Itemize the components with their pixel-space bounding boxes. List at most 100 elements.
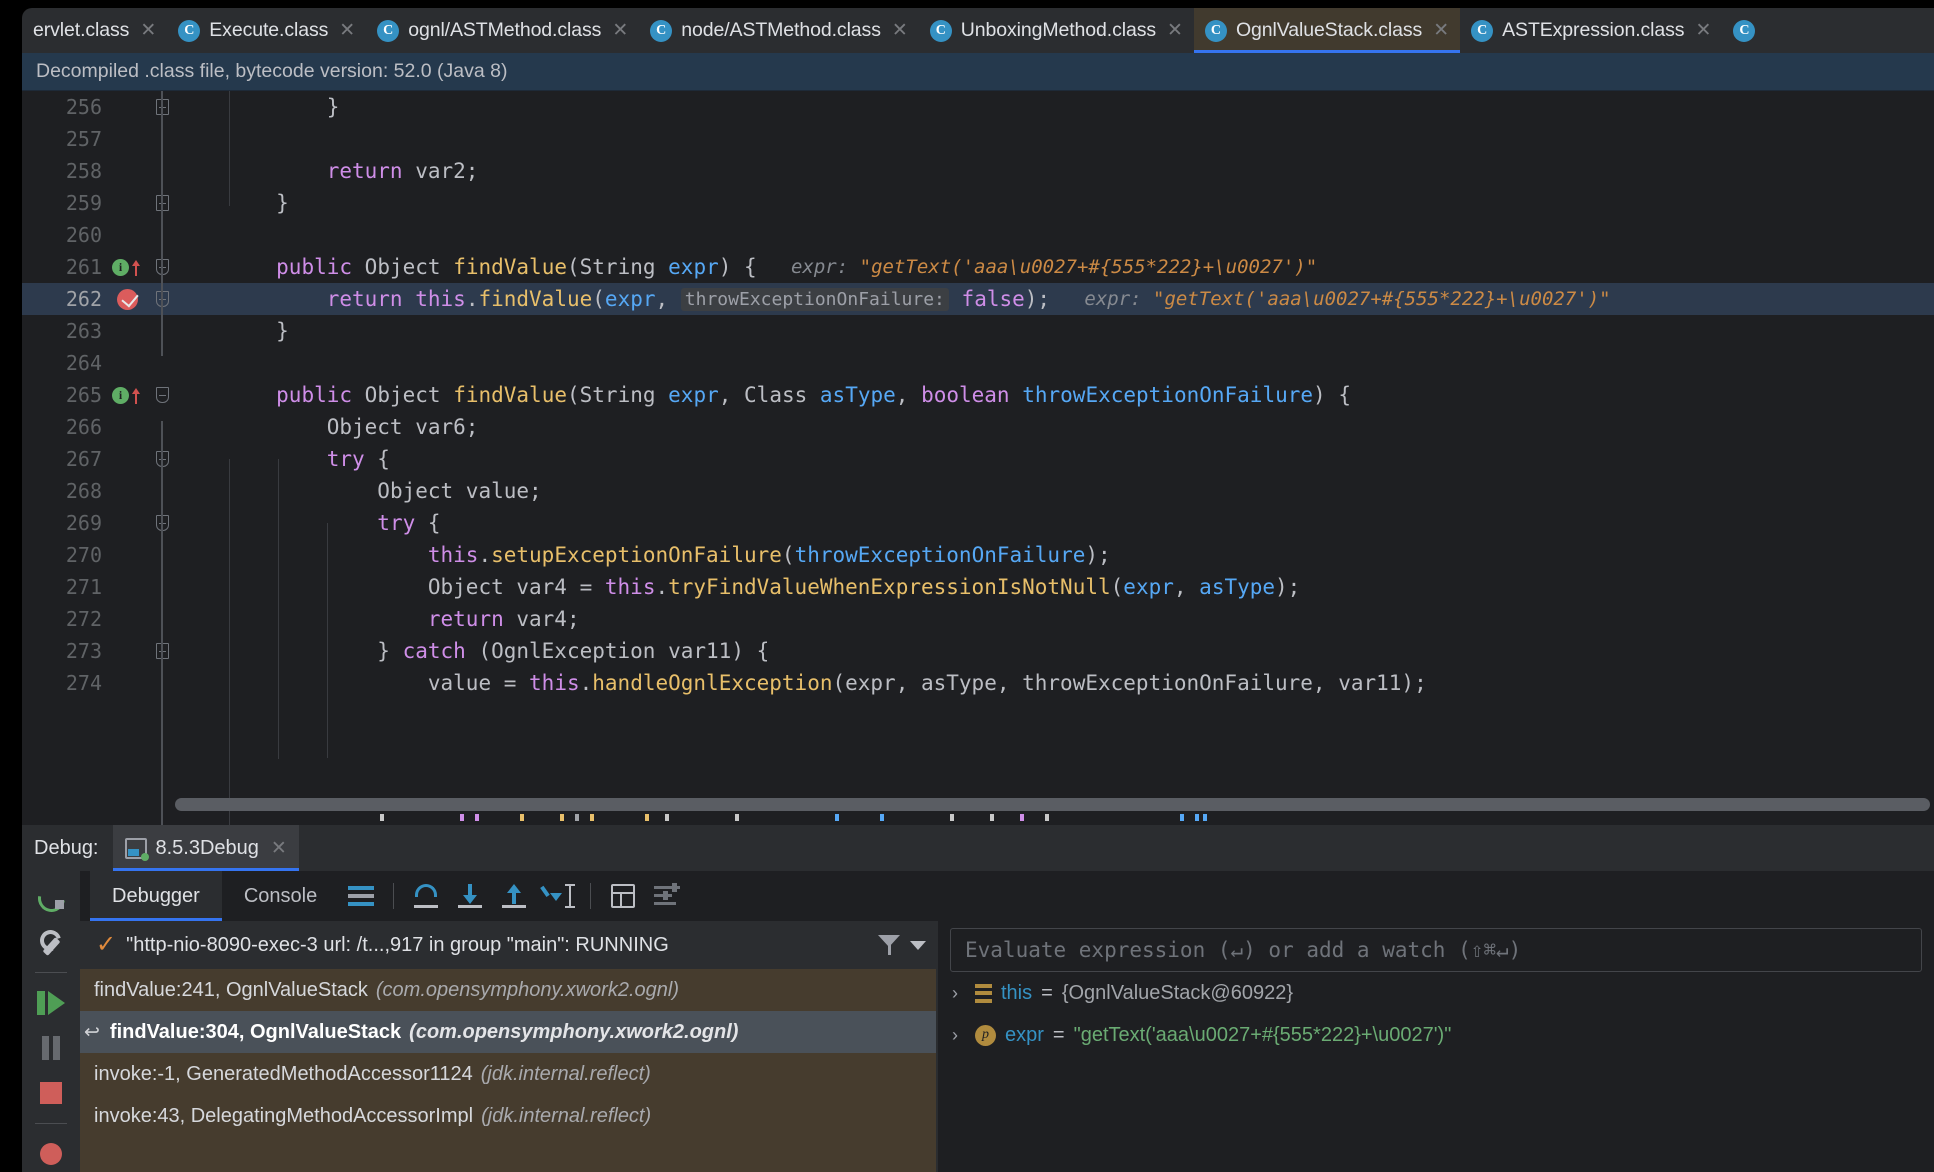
code-line[interactable]: 270 this. setupExceptionOnFailure(throwEx… (22, 539, 1934, 571)
code-line[interactable]: 256 } (22, 91, 1934, 123)
step-out-button[interactable] (492, 874, 536, 918)
code-line[interactable]: 257 (22, 123, 1934, 155)
code-line[interactable]: 264 (22, 347, 1934, 379)
frame-row[interactable]: invoke:43, DelegatingMethodAccessorImpl … (80, 1095, 936, 1137)
code-editor[interactable]: 256 } 257 258 return var2; 259 } 260 261 i pub… (22, 91, 1934, 825)
run-method-icon[interactable]: i (112, 258, 129, 276)
evaluate-expression-icon (611, 884, 636, 908)
close-icon[interactable]: ✕ (612, 21, 628, 40)
run-configuration-tab[interactable]: 8.5.3Debug ✕ (112, 825, 300, 871)
code-line[interactable]: 273 } catch (OgnlException var11) { (22, 635, 1934, 667)
close-icon[interactable]: ✕ (339, 21, 355, 40)
step-over-button[interactable] (404, 874, 448, 918)
editor-tab-4[interactable]: C UnboxingMethod.class ✕ (919, 8, 1194, 53)
variable-row[interactable]: › p expr = "getText('aaa\u0027+#{555*222}+\u… (938, 1014, 1934, 1056)
collapse-icon[interactable] (155, 387, 169, 403)
code-line[interactable]: 272 return var4; (22, 603, 1934, 635)
code-token: findValue (478, 287, 593, 311)
resume-program-button[interactable] (31, 985, 71, 1021)
code-line[interactable]: 261 i public Object findValue(String expr… (22, 251, 1934, 283)
filter-icon[interactable] (878, 935, 900, 955)
evaluate-expression-button[interactable] (601, 874, 645, 918)
step-into-button[interactable] (448, 874, 492, 918)
editor-horizontal-scrollbar-thumb[interactable] (175, 798, 1930, 811)
variables-panel[interactable]: Evaluate expression (↵) or add a watch (… (938, 921, 1934, 1172)
gutter-run-marker[interactable]: i (110, 379, 144, 411)
code-line-text: Object var4 = this. tryFindValueWhenExpre… (175, 571, 1300, 603)
editor-tab-5[interactable]: C OgnlValueStack.class ✕ (1193, 8, 1461, 53)
thread-selector[interactable]: ✓ "http-nio-8090-exec-3 url: /t...,917 i… (80, 921, 936, 969)
toolbar-divider (35, 1123, 67, 1124)
code-line[interactable]: 271 Object var4 = this. tryFindValueWhenE… (22, 571, 1934, 603)
frame-row[interactable]: ↩ findValue:304, OgnlValueStack (com.open… (80, 1011, 936, 1053)
code-line[interactable]: 267 try { (22, 443, 1934, 475)
gutter-run-marker[interactable]: i (110, 251, 144, 283)
debug-settings-button[interactable] (31, 924, 71, 960)
editor-tab-1[interactable]: C Execute.class ✕ (167, 8, 366, 53)
code-line[interactable]: 259 } (22, 187, 1934, 219)
pause-program-icon (40, 1036, 62, 1061)
frame-row[interactable]: findValue:241, OgnlValueStack (com.opens… (80, 969, 936, 1011)
frame-row[interactable]: invoke:-1, GeneratedMethodAccessor1124 (… (80, 1053, 936, 1095)
code-lines[interactable]: 256 } 257 258 return var2; 259 } 260 261 i pub… (22, 91, 1934, 825)
close-icon[interactable]: ✕ (892, 21, 908, 40)
code-line[interactable]: 266 Object var6; (22, 411, 1934, 443)
camera-button[interactable] (31, 1136, 71, 1172)
close-icon[interactable]: ✕ (140, 21, 156, 40)
thread-label: "http-nio-8090-exec-3 url: /t...,917 in … (126, 933, 669, 956)
editor-tab-0[interactable]: ervlet.class ✕ (22, 8, 167, 53)
chevron-right-icon[interactable]: › (952, 983, 966, 1004)
close-icon[interactable]: ✕ (1433, 21, 1449, 40)
code-line[interactable]: 263 } (22, 315, 1934, 347)
close-icon[interactable]: ✕ (1695, 21, 1711, 40)
run-to-cursor-button[interactable] (536, 874, 580, 918)
variable-name: expr (1005, 1023, 1044, 1046)
breakpoint-verified-icon[interactable] (116, 288, 138, 310)
variable-row[interactable]: › this = {OgnlValueStack@60922} (938, 972, 1934, 1014)
code-line[interactable]: 258 return var2; (22, 155, 1934, 187)
line-number: 270 (65, 543, 102, 567)
overridden-method-icon[interactable] (130, 387, 142, 404)
close-icon[interactable]: ✕ (1167, 21, 1183, 40)
fold-handle[interactable] (150, 379, 174, 411)
code-line[interactable]: 268 Object value; (22, 475, 1934, 507)
layout-settings-button[interactable] (339, 874, 383, 918)
debugger-settings-button[interactable] (645, 874, 689, 918)
code-token: . (655, 575, 669, 599)
code-token: this (427, 543, 479, 567)
stop-button[interactable] (31, 1075, 71, 1111)
chevron-right-icon[interactable]: › (952, 1025, 966, 1046)
editor-tab-3[interactable]: Cnode/ASTMethod.class ✕ (639, 8, 919, 53)
rerun-button[interactable] (31, 879, 71, 915)
inline-debug-hint-label: expr: (756, 256, 860, 278)
tab-debugger[interactable]: Debugger (90, 871, 222, 921)
code-token: } (175, 639, 403, 663)
frames-list[interactable]: findValue:241, OgnlValueStack (com.opens… (80, 969, 936, 1172)
code-token: , (718, 383, 745, 407)
run-method-icon[interactable]: i (112, 386, 129, 404)
editor-tab-2[interactable]: Cognl/ASTMethod.class ✕ (366, 8, 639, 53)
variables-list[interactable]: › this = {OgnlValueStack@60922} › p expr = "getT… (938, 972, 1934, 1056)
editor-tab-6[interactable]: C ASTExpression.class ✕ (1460, 8, 1722, 53)
chevron-down-icon[interactable] (910, 940, 926, 950)
code-token: } (175, 319, 289, 343)
editor-horizontal-scrollbar[interactable] (175, 798, 1930, 811)
watch-input[interactable]: Evaluate expression (↵) or add a watch (… (950, 928, 1922, 972)
pause-program-button[interactable] (31, 1030, 71, 1066)
scrollbar-marker (880, 814, 884, 821)
close-icon[interactable]: ✕ (271, 837, 287, 860)
code-line[interactable]: 269 try { (22, 507, 1934, 539)
code-line[interactable]: 260 (22, 219, 1934, 251)
line-number: 263 (65, 319, 102, 343)
gutter-breakpoint[interactable] (110, 283, 144, 315)
line-number: 273 (65, 639, 102, 663)
code-line[interactable]: 262 return this. findValue(expr, throwExc… (22, 283, 1934, 315)
tab-console[interactable]: Console (222, 871, 339, 921)
overridden-method-icon[interactable] (130, 259, 142, 276)
editor-tab-overflow[interactable]: C (1722, 8, 1766, 53)
code-line[interactable]: 274 value = this. handleOgnlException (exp… (22, 667, 1934, 699)
code-line[interactable]: 265 i public Object findValue(String expr… (22, 379, 1934, 411)
